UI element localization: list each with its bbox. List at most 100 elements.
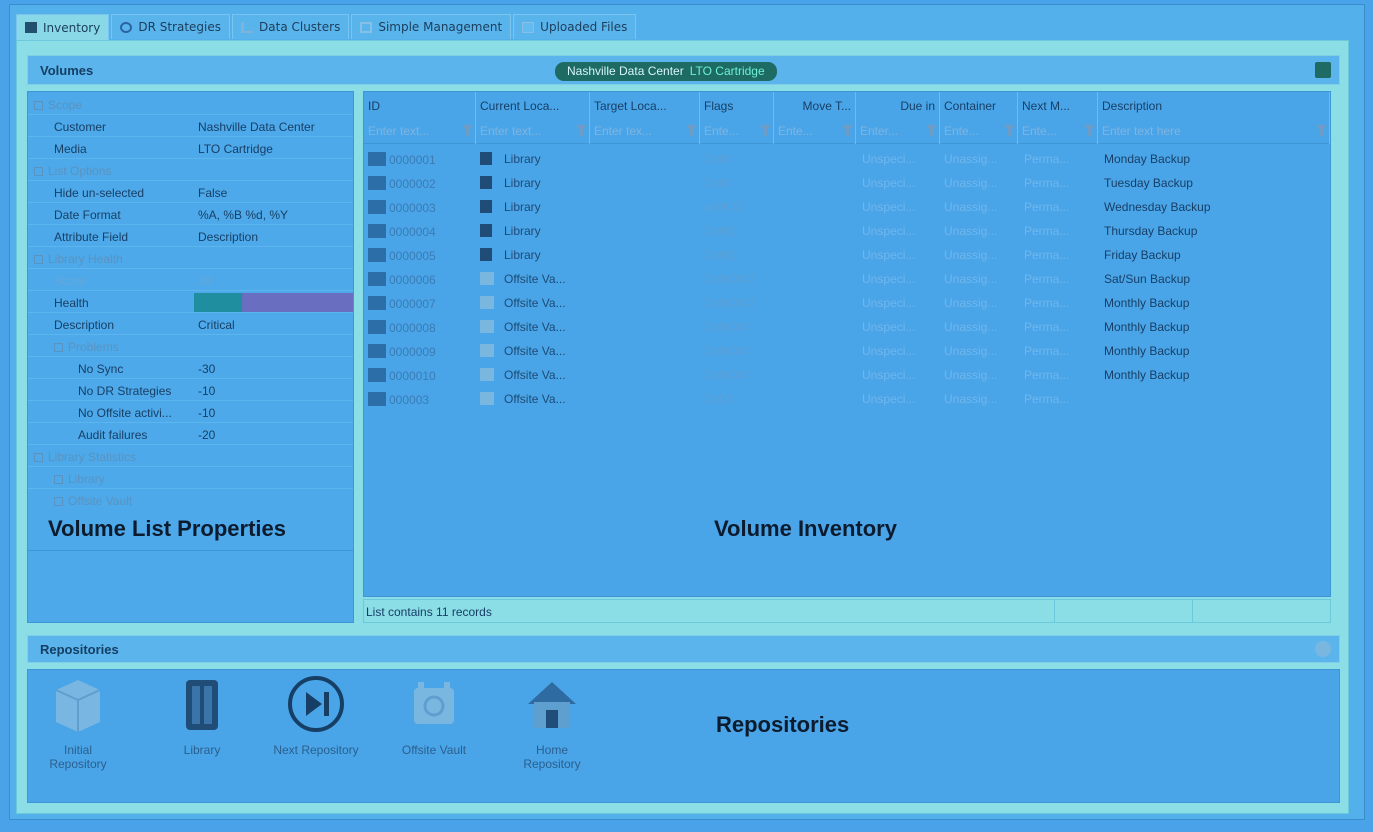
library-icon [186, 680, 218, 730]
column-header[interactable]: Container Ente... [940, 92, 1018, 144]
collapse-icon[interactable] [34, 101, 43, 110]
collapse-icon[interactable] [54, 343, 63, 352]
table-row[interactable]: 0000004 Library CnNZ Unspeci... Unassig... Pe… [364, 220, 1330, 244]
column-filter-input[interactable]: Enter text... [478, 122, 587, 141]
collapse-icon[interactable] [34, 453, 43, 462]
volume-id: 0000005 [389, 249, 436, 263]
repo-label: Next Repository [273, 743, 359, 757]
volume-icon [368, 368, 386, 382]
collapse-icon[interactable] [34, 167, 43, 176]
inventory-content: Volumes Nashville Data Center LTO Cartrid… [16, 40, 1349, 814]
volume-icon [368, 248, 386, 262]
filter-funnel-icon[interactable] [1004, 125, 1015, 137]
column-header[interactable]: Flags Ente... [700, 92, 774, 144]
panel-toggle-icon[interactable] [1315, 62, 1331, 78]
prop-customer[interactable]: Customer Nashville Data Center [28, 116, 353, 137]
volume-id: 0000006 [389, 273, 436, 287]
filter-funnel-icon[interactable] [686, 125, 697, 137]
column-header[interactable]: Due in Enter... [856, 92, 940, 144]
collapse-icon[interactable] [34, 255, 43, 264]
cell-due-in: Unspeci... [862, 200, 916, 214]
cell-container: Unassig... [944, 344, 998, 358]
table-row[interactable]: 0000010 Offsite Va... CnNOtX Unspeci... Unas… [364, 364, 1330, 388]
cell-current-location: Offsite Va... [480, 368, 590, 382]
library-icon [480, 224, 492, 237]
column-header[interactable]: Current Loca... Enter text... [476, 92, 590, 144]
cell-flags: CnNOtX [704, 368, 749, 382]
cell-due-in: Unspeci... [862, 296, 916, 310]
table-row[interactable]: 0000002 Library CnN Unspeci... Unassig... Per… [364, 172, 1330, 196]
expand-icon[interactable] [54, 475, 63, 484]
repo-initial-repository[interactable]: Initial Repository [28, 674, 128, 771]
tab-simple-management[interactable]: Simple Management [351, 14, 512, 39]
filter-funnel-icon[interactable] [462, 125, 473, 137]
volume-icon [368, 392, 386, 406]
table-row[interactable]: 000003 Offsite Va... CnOt Unspeci... Unassig… [364, 388, 1330, 412]
cell-id: 0000004 [368, 224, 476, 239]
filter-funnel-icon[interactable] [842, 125, 853, 137]
volume-list-properties-label: Volume List Properties [48, 516, 286, 541]
category-library-health[interactable]: Library Health [28, 248, 353, 269]
tab-inventory[interactable]: Inventory [16, 14, 110, 40]
tab-uploaded-files[interactable]: Uploaded Files [513, 14, 637, 39]
selection-pill[interactable]: Nashville Data Center LTO Cartridge [555, 62, 777, 81]
repo-label: Library [183, 743, 221, 757]
prop-media[interactable]: Media LTO Cartridge [28, 138, 353, 159]
volume-icon [368, 320, 386, 334]
uploaded-files-icon [522, 21, 535, 33]
cell-container: Unassig... [944, 248, 998, 262]
location-label: Offsite Va... [504, 272, 566, 286]
repo-home-repository[interactable]: Home Repository [502, 674, 602, 771]
volume-id: 0000010 [389, 369, 436, 383]
column-header[interactable]: Description Enter text here [1098, 92, 1330, 144]
repo-next-repository[interactable]: Next Repository [266, 674, 366, 757]
location-label: Library [504, 176, 541, 190]
pin-icon[interactable] [1315, 641, 1331, 657]
cell-flags: CnOt [704, 392, 733, 406]
filter-funnel-icon[interactable] [576, 125, 587, 137]
cell-container: Unassig... [944, 200, 998, 214]
table-row[interactable]: 0000009 Offsite Va... CnNOtX Unspeci... Unas… [364, 340, 1330, 364]
column-header[interactable]: Move T... Ente... [774, 92, 856, 144]
category-library-statistics[interactable]: Library Statistics [28, 446, 353, 467]
column-filter-input[interactable]: Enter text... [366, 122, 473, 141]
repositories-panel: Initial Repository Library Next Reposito… [27, 669, 1340, 803]
cell-flags: CnN [704, 152, 729, 166]
table-row[interactable]: 0000005 Library CnNZ Unspeci... Unassig... Pe… [364, 244, 1330, 268]
category-stat-offsite-vault[interactable]: Offsite Vault [28, 490, 353, 511]
prop-attribute-field[interactable]: Attribute Field Description [28, 226, 353, 247]
tab-dr-strategies[interactable]: DR Strategies [111, 14, 231, 39]
repo-label-2: Repository [49, 757, 107, 771]
column-title: Description [1102, 99, 1163, 113]
offsite-vault-icon [480, 320, 494, 333]
column-filter-input[interactable]: Enter text here [1100, 122, 1327, 141]
table-row[interactable]: 0000003 Library anNOZ Unspeci... Unassig... P… [364, 196, 1330, 220]
tab-data-clusters[interactable]: Data Clusters [232, 14, 350, 39]
category-problems[interactable]: Problems [28, 336, 353, 357]
column-header[interactable]: Target Loca... Enter tex... [590, 92, 700, 144]
prop-hide-unselected[interactable]: Hide un-selected False [28, 182, 353, 203]
volume-icon [368, 344, 386, 358]
category-stat-library[interactable]: Library [28, 468, 353, 489]
column-filter-input[interactable]: Enter tex... [592, 122, 697, 141]
property-description-area [28, 550, 353, 622]
filter-funnel-icon[interactable] [926, 125, 937, 137]
status-bar: List contains 11 records [363, 599, 1331, 623]
repo-offsite-vault[interactable]: Offsite Vault [384, 674, 484, 757]
column-header[interactable]: ID Enter text... [364, 92, 476, 144]
repo-library[interactable]: Library [152, 674, 252, 757]
table-row[interactable]: 0000006 Offsite Va... CnNOtXZ Unspeci... Una… [364, 268, 1330, 292]
table-row[interactable]: 0000008 Offsite Va... CnNOtX Unspeci... Unas… [364, 316, 1330, 340]
filter-funnel-icon[interactable] [1316, 125, 1327, 137]
column-header[interactable]: Next M... Ente... [1018, 92, 1098, 144]
category-list-options[interactable]: List Options [28, 160, 353, 181]
filter-funnel-icon[interactable] [1084, 125, 1095, 137]
filter-funnel-icon[interactable] [760, 125, 771, 137]
table-row[interactable]: 0000007 Offsite Va... CnNOtXZ Unspeci... Una… [364, 292, 1330, 316]
pill-media: LTO Cartridge [689, 64, 765, 78]
table-row[interactable]: 0000001 Library CnN Unspeci... Unassig... Per… [364, 148, 1330, 172]
prop-date-format[interactable]: Date Format %A, %B %d, %Y [28, 204, 353, 225]
category-scope[interactable]: Scope [28, 94, 353, 115]
expand-icon[interactable] [54, 497, 63, 506]
tab-label: Simple Management [378, 20, 503, 34]
